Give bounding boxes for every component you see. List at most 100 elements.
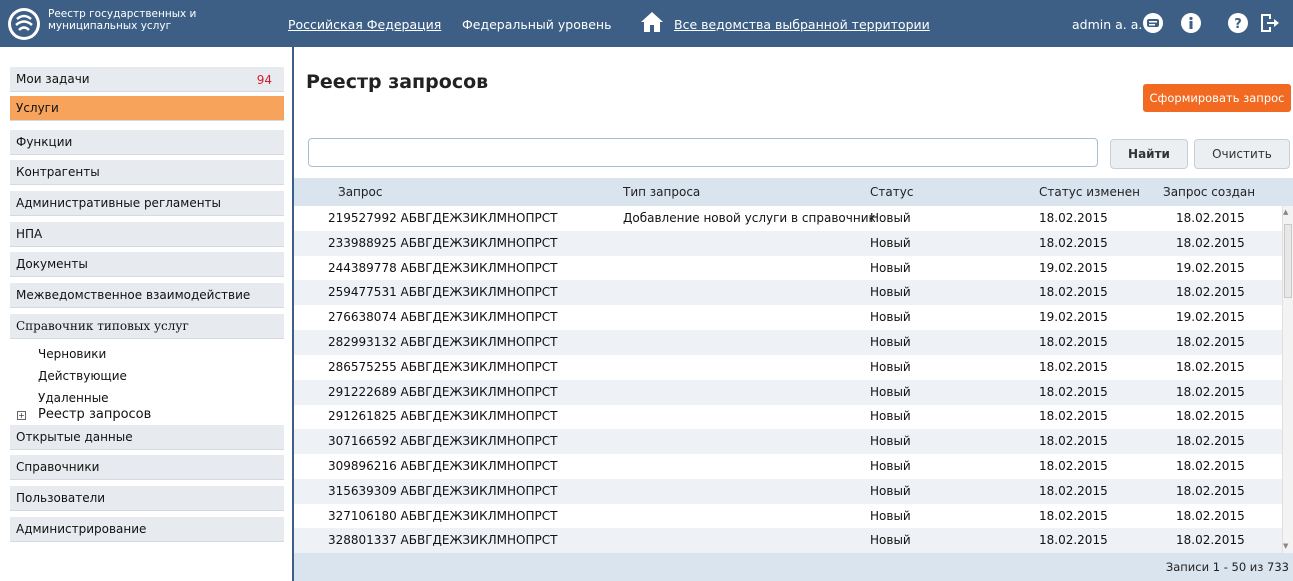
column-header-created[interactable]: Запрос создан: [1163, 185, 1255, 199]
cell-status: Новый: [870, 434, 911, 449]
cell-created: 18.02.2015: [1176, 533, 1245, 548]
table-row[interactable]: 219527992 АБВГДЕЖЗИКЛМНОПРСТ Добавление н…: [294, 206, 1282, 231]
sidebar-item-label: Справочники: [16, 460, 100, 474]
sidebar-item-label: Контрагенты: [16, 165, 100, 179]
sidebar-item-label: Документы: [16, 257, 88, 271]
cell-created: 18.02.2015: [1176, 409, 1245, 424]
sub-item-deleted[interactable]: Удаленные: [38, 391, 109, 405]
sub-item-drafts[interactable]: Черновики: [38, 347, 106, 361]
sidebar-item-documents[interactable]: Документы: [10, 252, 284, 277]
cell-request: 244389778 АБВГДЕЖЗИКЛМНОПРСТ: [328, 260, 558, 275]
link-federal-level[interactable]: Федеральный уровень: [462, 17, 611, 32]
sidebar-item-label: Справочник типовых услуг: [16, 319, 189, 333]
column-header-request[interactable]: Запрос: [338, 185, 382, 199]
cell-request: 282993132 АБВГДЕЖЗИКЛМНОПРСТ: [328, 335, 558, 349]
sidebar-item-typical-services[interactable]: Справочник типовых услуг: [10, 314, 284, 339]
search-input[interactable]: [308, 138, 1098, 167]
cell-status-changed: 18.02.2015: [1039, 409, 1108, 424]
cell-status: Новый: [870, 409, 911, 424]
sidebar-item-npa[interactable]: НПА: [10, 222, 284, 247]
table-row[interactable]: 259477531 АБВГДЕЖЗИКЛМНОПРСТ Новый 18.02.2…: [294, 280, 1282, 306]
link-russian-federation[interactable]: Российская Федерация: [288, 17, 441, 32]
table-row[interactable]: 327106180 АБВГДЕЖЗИКЛМНОПРСТ Новый 18.02.2…: [294, 504, 1282, 529]
sidebar-item-contractors[interactable]: Контрагенты: [10, 160, 284, 185]
cell-created: 19.02.2015: [1176, 310, 1245, 325]
column-header-status-changed[interactable]: Статус изменен: [1039, 185, 1140, 199]
link-all-departments[interactable]: Все ведомства выбранной территории: [674, 17, 930, 32]
sidebar-item-directories[interactable]: Справочники: [10, 455, 284, 480]
cell-request: 219527992 АБВГДЕЖЗИКЛМНОПРСТ: [328, 211, 558, 225]
cell-status: Новый: [870, 359, 911, 374]
find-button[interactable]: Найти: [1110, 139, 1188, 169]
sidebar-item-label: Администрирование: [16, 522, 147, 536]
cell-type: Добавление новой услуги в справочник: [623, 211, 876, 225]
scroll-up-icon[interactable]: ▲: [1283, 208, 1288, 216]
sidebar-item-label: Услуги: [16, 101, 59, 115]
sidebar-item-administration[interactable]: Администрирование: [10, 517, 284, 542]
sidebar-item-functions[interactable]: Функции: [10, 130, 284, 155]
help-icon[interactable]: ?: [1227, 12, 1249, 34]
table-row[interactable]: 328801337 АБВГДЕЖЗИКЛМНОПРСТ Новый 18.02.2…: [294, 528, 1282, 554]
sidebar-item-services[interactable]: Услуги: [10, 96, 284, 121]
cell-status-changed: 18.02.2015: [1039, 211, 1108, 225]
cell-status-changed: 19.02.2015: [1039, 260, 1108, 275]
table-row[interactable]: 307166592 АБВГДЕЖЗИКЛМНОПРСТ Новый 18.02.2…: [294, 429, 1282, 455]
top-header: Реестр государственных и муниципальных у…: [0, 0, 1293, 47]
cell-created: 18.02.2015: [1176, 508, 1245, 523]
column-header-status[interactable]: Статус: [870, 185, 913, 199]
logo-icon[interactable]: [6, 6, 46, 42]
cell-status-changed: 18.02.2015: [1039, 359, 1108, 374]
svg-text:?: ?: [1234, 17, 1242, 32]
sidebar-item-regulations[interactable]: Административные регламенты: [10, 191, 284, 216]
sidebar-item-users[interactable]: Пользователи: [10, 486, 284, 511]
logout-icon[interactable]: [1258, 12, 1280, 34]
cell-request: 328801337 АБВГДЕЖЗИКЛМНОПРСТ: [328, 533, 558, 548]
table-row[interactable]: 244389778 АБВГДЕЖЗИКЛМНОПРСТ Новый 19.02.2…: [294, 256, 1282, 281]
sub-item-active[interactable]: Действующие: [38, 369, 127, 383]
cell-status-changed: 18.02.2015: [1039, 235, 1108, 250]
cell-created: 18.02.2015: [1176, 211, 1245, 225]
sidebar-item-interagency[interactable]: Межведомственное взаимодействие: [10, 283, 284, 308]
chat-icon[interactable]: [1142, 12, 1164, 34]
cell-created: 18.02.2015: [1176, 459, 1245, 473]
cell-status: Новый: [870, 211, 911, 225]
tree-item-request-registry[interactable]: Реестр запросов: [38, 407, 151, 422]
cell-request: 233988925 АБВГДЕЖЗИКЛМНОПРСТ: [328, 235, 558, 250]
task-count-badge: 94: [256, 73, 272, 87]
create-request-button[interactable]: Сформировать запрос: [1143, 84, 1291, 112]
table-row[interactable]: 276638074 АБВГДЕЖЗИКЛМНОПРСТ Новый 19.02.2…: [294, 305, 1282, 330]
table-row[interactable]: 282993132 АБВГДЕЖЗИКЛМНОПРСТ Новый 18.02.2…: [294, 330, 1282, 355]
table-row[interactable]: 286575255 АБВГДЕЖЗИКЛМНОПРСТ Новый 18.02.2…: [294, 355, 1282, 380]
page-title: Реестр запросов: [306, 71, 489, 93]
cell-created: 18.02.2015: [1176, 434, 1245, 449]
table-row[interactable]: 291261825 АБВГДЕЖЗИКЛМНОПРСТ Новый 18.02.2…: [294, 404, 1282, 429]
logo-text[interactable]: Реестр государственных и муниципальных у…: [48, 8, 228, 32]
cell-status: Новый: [870, 235, 911, 250]
cell-request: 291261825 АБВГДЕЖЗИКЛМНОПРСТ: [328, 409, 558, 424]
clear-button[interactable]: Очистить: [1194, 139, 1290, 169]
cell-created: 18.02.2015: [1176, 285, 1245, 300]
sidebar-item-open-data[interactable]: Открытые данные: [10, 425, 284, 450]
cell-status: Новый: [870, 335, 911, 349]
cell-request: 315639309 АБВГДЕЖЗИКЛМНОПРСТ: [328, 483, 558, 498]
sidebar-item-my-tasks[interactable]: Мои задачи 94: [10, 67, 284, 92]
cell-request: 307166592 АБВГДЕЖЗИКЛМНОПРСТ: [328, 434, 558, 449]
scroll-down-icon[interactable]: ▼: [1283, 542, 1288, 550]
table-row[interactable]: 291222689 АБВГДЕЖЗИКЛМНОПРСТ Новый 18.02.2…: [294, 379, 1282, 405]
cell-request: 327106180 АБВГДЕЖЗИКЛМНОПРСТ: [328, 508, 558, 523]
table-row[interactable]: 309896216 АБВГДЕЖЗИКЛМНОПРСТ Новый 18.02.2…: [294, 454, 1282, 479]
user-name[interactable]: admin a. a.: [1072, 17, 1142, 32]
column-header-type[interactable]: Тип запроса: [623, 185, 700, 199]
cell-request: 309896216 АБВГДЕЖЗИКЛМНОПРСТ: [328, 459, 558, 473]
home-icon[interactable]: [640, 10, 664, 34]
cell-status: Новый: [870, 508, 911, 523]
cell-status: Новый: [870, 483, 911, 498]
expand-icon[interactable]: +: [17, 411, 26, 420]
scrollbar-thumb[interactable]: [1284, 224, 1292, 298]
table-row[interactable]: 233988925 АБВГДЕЖЗИКЛМНОПРСТ Новый 18.02.2…: [294, 230, 1282, 256]
cell-created: 18.02.2015: [1176, 359, 1245, 374]
info-icon[interactable]: [1180, 12, 1202, 34]
cell-status-changed: 18.02.2015: [1039, 508, 1108, 523]
sidebar-item-label: Межведомственное взаимодействие: [16, 288, 251, 302]
table-row[interactable]: 315639309 АБВГДЕЖЗИКЛМНОПРСТ Новый 18.02.2…: [294, 478, 1282, 504]
